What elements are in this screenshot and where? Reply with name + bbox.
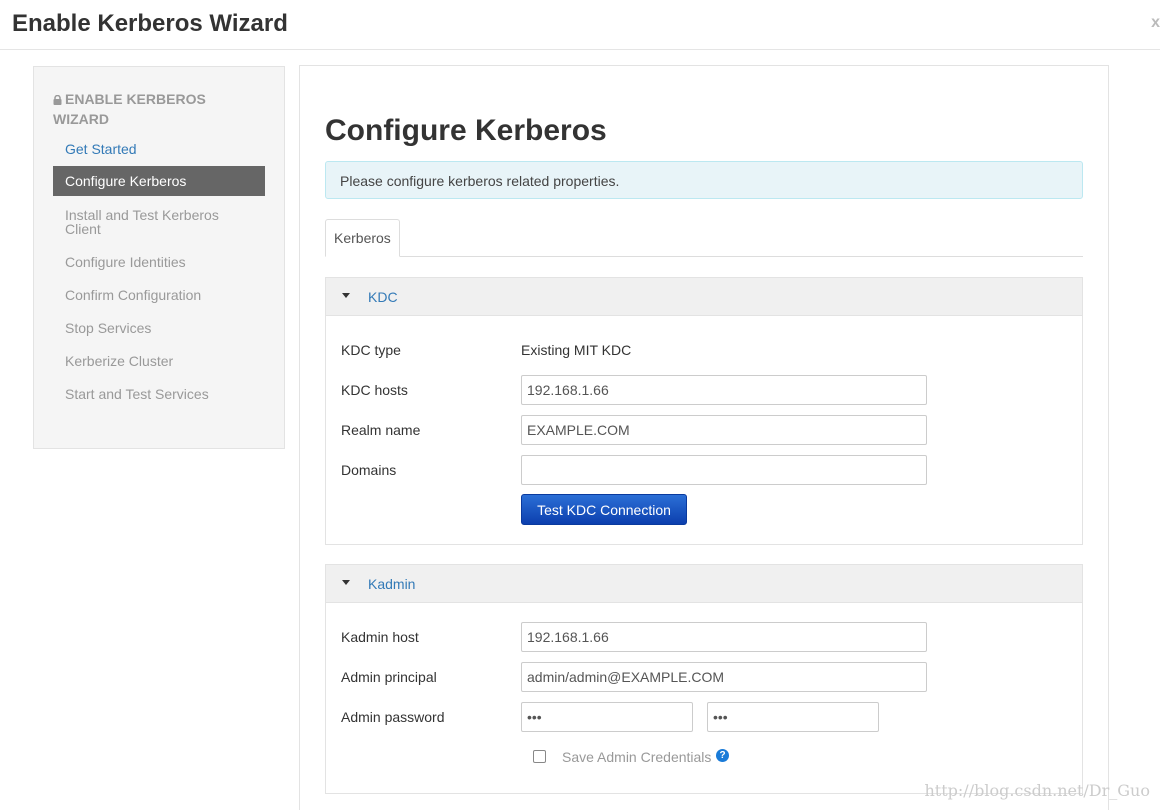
caret-down-icon[interactable] bbox=[342, 293, 350, 298]
sidebar-item-stop-services: Stop Services bbox=[65, 320, 152, 336]
kdc-hosts-row: KDC hosts bbox=[341, 375, 1071, 405]
modal-header: Enable Kerberos Wizard x bbox=[0, 0, 1160, 50]
kadmin-host-row: Kadmin host bbox=[341, 622, 1071, 652]
realm-name-label: Realm name bbox=[341, 422, 421, 438]
kdc-type-row: KDC type Existing MIT KDC bbox=[341, 335, 1071, 365]
sidebar-header: ENABLE KERBEROS WIZARD bbox=[53, 89, 253, 129]
lock-icon bbox=[53, 95, 62, 105]
admin-password-confirm-input[interactable] bbox=[707, 702, 879, 732]
modal-title: Enable Kerberos Wizard bbox=[12, 10, 288, 37]
kdc-type-label: KDC type bbox=[341, 342, 401, 358]
sidebar-header-label: ENABLE KERBEROS WIZARD bbox=[53, 91, 206, 127]
sidebar-item-start-test-services: Start and Test Services bbox=[65, 386, 209, 402]
kdc-type-value: Existing MIT KDC bbox=[521, 342, 632, 358]
save-credentials-row: Save Admin Credentials ? bbox=[533, 747, 833, 767]
sidebar-item-install-test-client: Install and Test Kerberos Client bbox=[65, 207, 219, 237]
close-button[interactable]: x bbox=[1151, 14, 1160, 32]
kadmin-panel: Kadmin Kadmin host Admin principal Admin… bbox=[325, 564, 1083, 794]
domains-input[interactable] bbox=[521, 455, 927, 485]
caret-down-icon[interactable] bbox=[342, 580, 350, 585]
page-title: Configure Kerberos bbox=[325, 114, 607, 147]
admin-principal-input[interactable] bbox=[521, 662, 927, 692]
info-alert: Please configure kerberos related proper… bbox=[325, 161, 1083, 199]
admin-principal-row: Admin principal bbox=[341, 662, 1071, 692]
kdc-hosts-input[interactable] bbox=[521, 375, 927, 405]
admin-password-label: Admin password bbox=[341, 709, 445, 725]
sidebar-item-configure-identities: Configure Identities bbox=[65, 254, 186, 270]
main-content: Configure Kerberos Please configure kerb… bbox=[299, 65, 1109, 810]
sidebar-item-kerberize-cluster: Kerberize Cluster bbox=[65, 353, 174, 369]
domains-row: Domains bbox=[341, 455, 1071, 485]
wizard-sidebar: ENABLE KERBEROS WIZARD Get Started Confi… bbox=[33, 66, 285, 449]
kadmin-host-input[interactable] bbox=[521, 622, 927, 652]
sidebar-item-get-started[interactable]: Get Started bbox=[53, 142, 265, 156]
sidebar-item-configure-kerberos[interactable]: Configure Kerberos bbox=[53, 166, 265, 196]
kdc-hosts-label: KDC hosts bbox=[341, 382, 408, 398]
realm-name-input[interactable] bbox=[521, 415, 927, 445]
kdc-panel: KDC KDC type Existing MIT KDC KDC hosts … bbox=[325, 277, 1083, 545]
admin-principal-label: Admin principal bbox=[341, 669, 437, 685]
save-credentials-checkbox[interactable] bbox=[533, 750, 546, 763]
test-kdc-connection-button[interactable]: Test KDC Connection bbox=[521, 494, 687, 525]
save-credentials-label[interactable]: Save Admin Credentials bbox=[562, 749, 711, 765]
admin-password-row: Admin password bbox=[341, 702, 1071, 732]
help-icon[interactable]: ? bbox=[716, 749, 729, 762]
tab-bar: Kerberos bbox=[325, 219, 1083, 257]
admin-password-input[interactable] bbox=[521, 702, 693, 732]
kadmin-panel-heading[interactable]: Kadmin bbox=[326, 565, 1082, 603]
domains-label: Domains bbox=[341, 462, 397, 478]
tab-kerberos[interactable]: Kerberos bbox=[325, 219, 400, 257]
realm-row: Realm name bbox=[341, 415, 1071, 445]
sidebar-item-confirm-configuration: Confirm Configuration bbox=[65, 287, 202, 303]
kadmin-host-label: Kadmin host bbox=[341, 629, 419, 645]
kdc-panel-title[interactable]: KDC bbox=[368, 289, 398, 305]
kadmin-panel-title[interactable]: Kadmin bbox=[368, 576, 415, 592]
kdc-panel-heading[interactable]: KDC bbox=[326, 278, 1082, 316]
watermark: http://blog.csdn.net/Dr_Guo bbox=[924, 781, 1151, 800]
